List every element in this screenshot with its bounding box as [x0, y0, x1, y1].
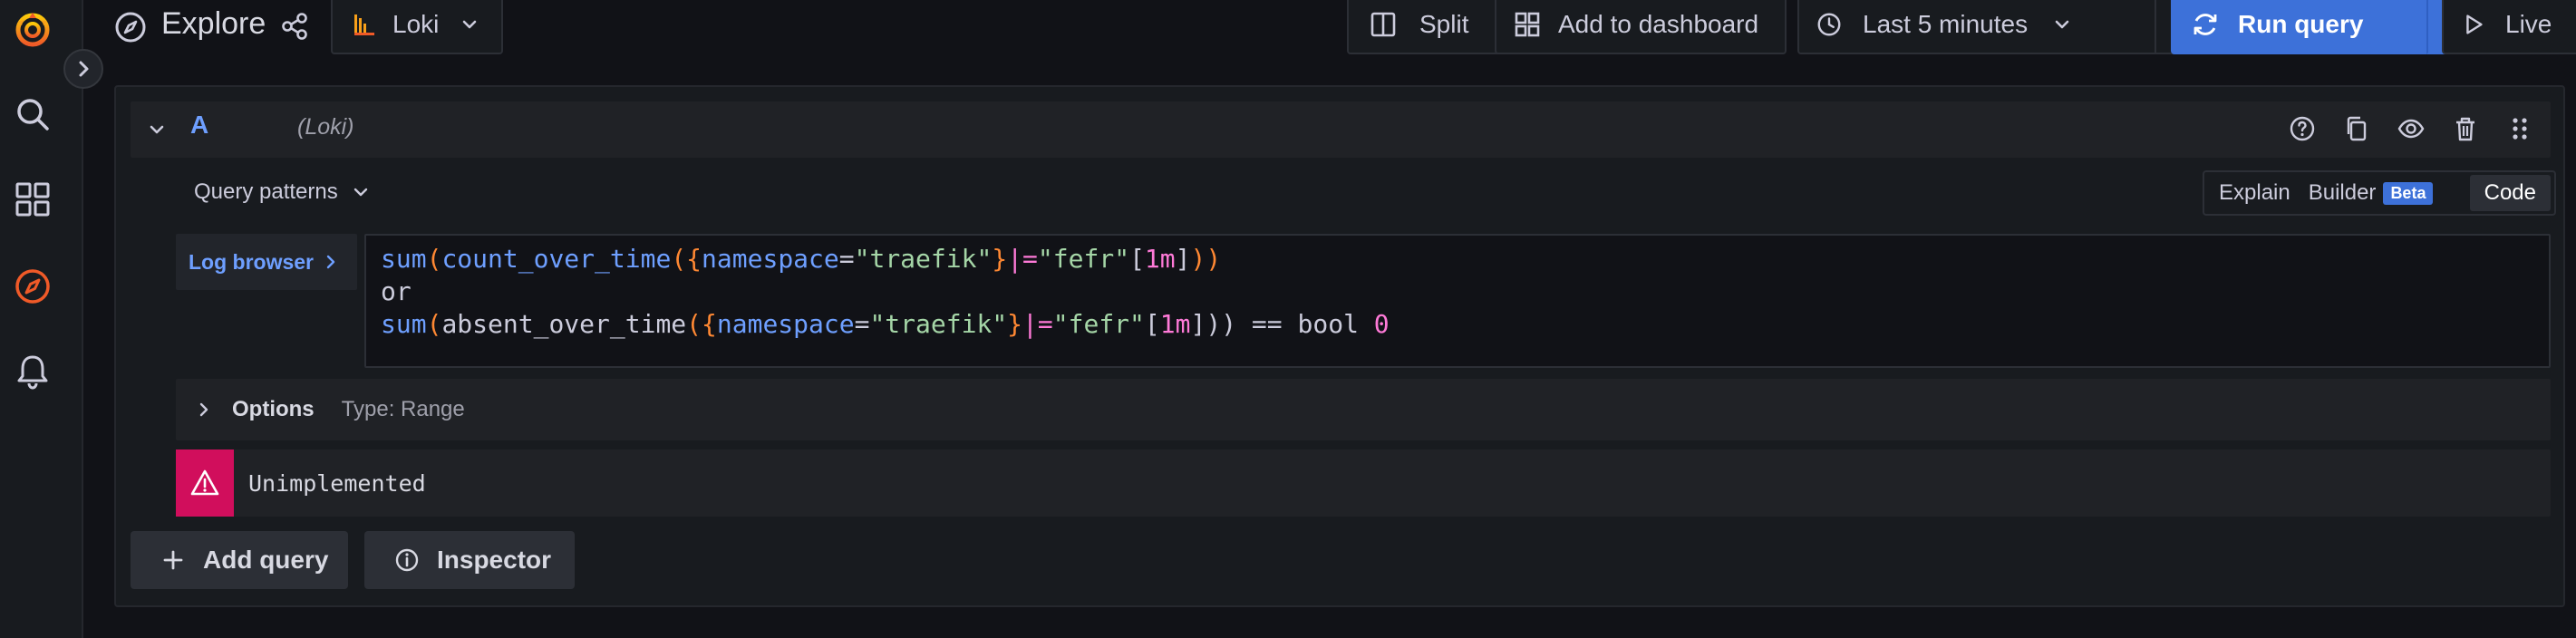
trash-icon[interactable] [2451, 114, 2480, 143]
info-circle-icon [395, 548, 419, 572]
plus-icon [163, 550, 183, 570]
dashboards-icon[interactable] [13, 179, 53, 219]
search-icon[interactable] [13, 94, 53, 134]
code-line-1: sum(count_over_time({namespace="traefik"… [381, 244, 1222, 274]
code-line-2: or [381, 276, 412, 306]
apps-grid-icon [1515, 12, 1540, 37]
beta-badge: Beta [2383, 181, 2434, 205]
editor-mode-toggle: Explain Builder Beta Code [2203, 170, 2556, 216]
query-options-row[interactable]: Options Type: Range [176, 379, 2551, 440]
add-to-dashboard-button[interactable]: Add to dashboard [1495, 0, 1787, 54]
chevron-right-icon [199, 402, 208, 417]
share-icon[interactable] [279, 11, 310, 42]
explore-compass-icon[interactable] [13, 266, 53, 306]
drag-handle-icon[interactable] [2505, 114, 2534, 143]
query-panel: A (Loki) Query patterns Explain Builder … [114, 85, 2565, 607]
datasource-name: Loki [392, 10, 440, 38]
chevron-down-icon[interactable] [143, 116, 170, 143]
log-browser-button[interactable]: Log browser [176, 234, 357, 290]
code-line-3: sum(absent_over_time({namespace="traefik… [381, 309, 1390, 339]
run-query-button[interactable]: Run query [2171, 0, 2428, 54]
query-row-header[interactable]: A (Loki) [131, 102, 2551, 158]
grafana-logo-icon[interactable] [13, 9, 53, 49]
add-query-button[interactable]: Add query [131, 531, 348, 589]
explore-toolbar: Explore Loki Split Add to dashboard Last… [83, 0, 2576, 58]
datasource-picker[interactable]: Loki [331, 0, 503, 54]
error-message: Unimplemented [248, 469, 426, 497]
alerting-bell-icon[interactable] [13, 352, 53, 392]
mode-code[interactable]: Code [2469, 175, 2551, 211]
expand-sidebar-button[interactable] [63, 49, 103, 89]
chevron-right-icon [79, 61, 89, 77]
copy-icon[interactable] [2342, 114, 2371, 143]
eye-icon[interactable] [2397, 114, 2426, 143]
page-title: Explore [161, 5, 266, 41]
chevron-down-icon [353, 188, 367, 197]
inspector-button[interactable]: Inspector [364, 531, 575, 589]
warning-icon [176, 450, 234, 517]
chevron-right-icon [326, 255, 335, 269]
query-patterns-dropdown[interactable]: Query patterns [194, 179, 373, 205]
mode-explain[interactable]: Explain [2204, 175, 2305, 211]
query-letter[interactable]: A [190, 111, 208, 140]
loki-logo-icon [354, 14, 374, 35]
query-error-alert: Unimplemented [176, 450, 2551, 517]
options-label: Options [232, 397, 315, 421]
options-type: Type: Range [341, 397, 465, 421]
play-icon [2466, 14, 2483, 34]
clock-icon [1817, 13, 1841, 36]
chevron-down-icon [463, 20, 477, 29]
time-range-picker[interactable]: Last 5 minutes [1797, 0, 2156, 54]
sidebar [0, 0, 83, 638]
query-row-actions [2288, 114, 2534, 143]
split-columns-icon [1370, 12, 1396, 37]
mode-builder[interactable]: Builder Beta [2305, 175, 2448, 211]
query-code-editor[interactable]: sum(count_over_time({namespace="traefik"… [364, 234, 2551, 368]
sync-icon [2193, 14, 2217, 35]
split-button[interactable]: Split [1347, 0, 1506, 54]
help-icon[interactable] [2288, 114, 2317, 143]
chevron-down-icon [2055, 20, 2069, 29]
query-datasource-label: (Loki) [297, 114, 354, 140]
explore-compass-icon [115, 12, 146, 43]
live-button[interactable]: Live [2442, 0, 2576, 54]
